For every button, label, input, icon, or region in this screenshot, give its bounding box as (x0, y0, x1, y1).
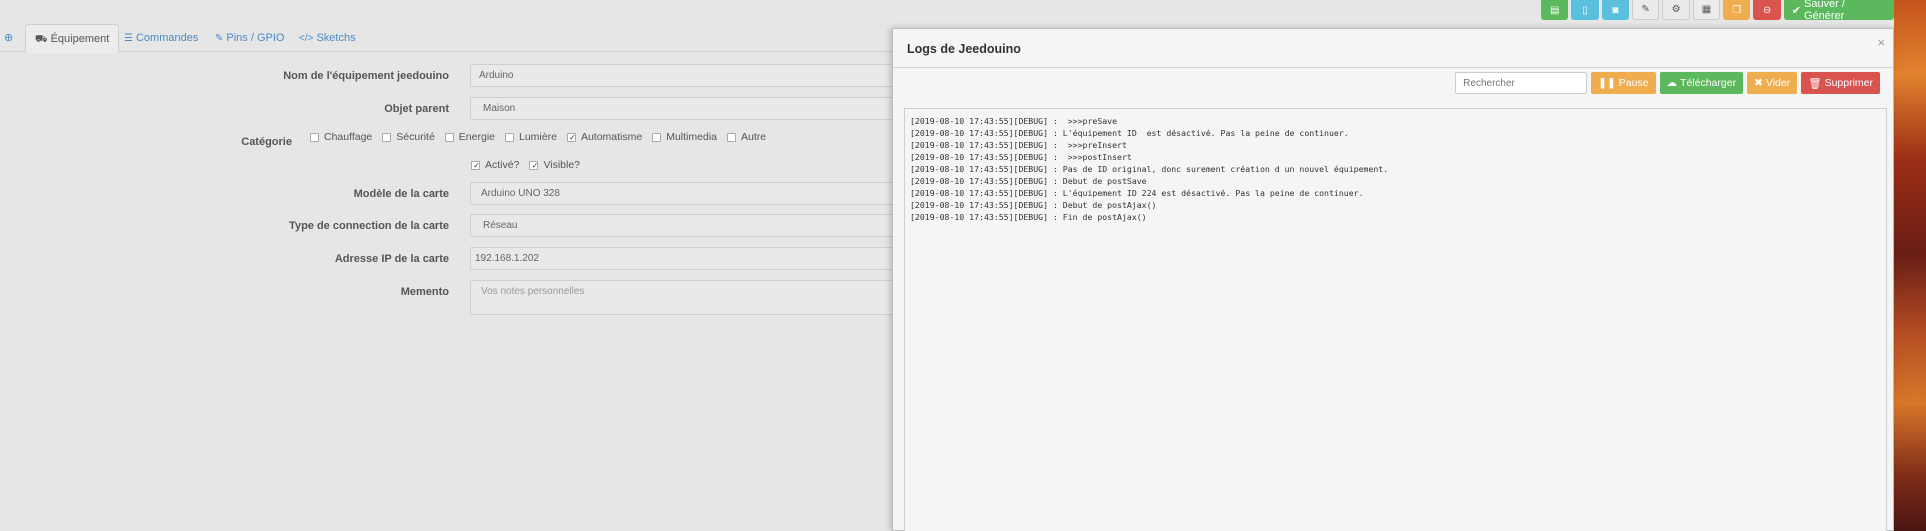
trash-icon: 🗑 (1808, 77, 1822, 90)
category-energie[interactable]: Energie (444, 131, 495, 143)
pause-button[interactable]: ❚❚ Pause (1591, 72, 1656, 94)
wrench-button[interactable]: ✎ (1631, 0, 1660, 20)
wrench-icon: ✎ (1641, 4, 1650, 15)
clear-button[interactable]: ✖ Vider (1747, 72, 1798, 94)
category-autre[interactable]: Autre (727, 131, 766, 143)
save-generate-button[interactable]: ✔ Sauver / Générer (1783, 0, 1895, 22)
checkbox-checked[interactable] (566, 132, 577, 142)
tab-sketchs-label: Sketchs (316, 32, 356, 44)
log-line: [2019-08-10 17:43:55][DEBUG] : Pas de ID… (910, 164, 1389, 174)
grid-button[interactable]: ▦ (1692, 0, 1721, 20)
camera-button[interactable]: ◙ (1601, 0, 1629, 20)
model-select[interactable]: Arduino UNO 328 (470, 182, 900, 205)
log-line: [2019-08-10 17:43:55][DEBUG] : >>>preIns… (910, 140, 1127, 150)
visible-checkbox-item[interactable]: Visible? (529, 159, 580, 171)
category-checkboxes: Chauffage Sécurité Energie Lumière Autom… (310, 131, 776, 143)
tab-bar: ⊕ ⛟ Équipement ☰ Commandes ✎ Pins / GPIO </… (0, 24, 900, 53)
checkbox[interactable] (727, 132, 736, 142)
log-line: [2019-08-10 17:43:55][DEBUG] : L'équipem… (910, 188, 1364, 198)
category-securite[interactable]: Sécurité (382, 131, 435, 143)
save-generate-label: Sauver / Générer (1803, 0, 1845, 22)
checkbox[interactable] (310, 132, 319, 142)
memento-label: Memento (400, 286, 449, 298)
camera-icon: ◙ (1612, 4, 1619, 16)
log-line: [2019-08-10 17:43:55][DEBUG] : >>>preSav… (910, 116, 1118, 126)
tab-commandes-label: Commandes (135, 32, 199, 44)
category-multimedia[interactable]: Multimedia (652, 131, 717, 143)
check-circle-icon: ✔ (1791, 4, 1801, 17)
grid-icon: ▦ (1701, 4, 1712, 15)
parent-label: Objet parent (384, 103, 449, 115)
tab-commandes[interactable]: ☰ Commandes (124, 24, 198, 52)
close-icon[interactable]: × (1877, 35, 1885, 50)
active-checkbox-item[interactable]: Activé? (471, 159, 519, 171)
parent-select[interactable]: Maison (470, 97, 900, 120)
top-action-bar: ▤ ▯ ◙ ✎ ⚙ ▦ ❐ ⊖ ✔ Sauver / Générer (1541, 0, 1895, 22)
logs-modal: Logs de Jeedouino × ❚❚Pause ☁Télécharger… (892, 28, 1894, 531)
cogs-button[interactable]: ⚙ (1662, 0, 1690, 20)
minus-circle-icon: ⊖ (1762, 4, 1772, 16)
connection-label: Type de connection de la carte (289, 220, 449, 232)
name-label: Nom de l'équipement jeedouino (283, 70, 449, 82)
pause-icon: ❚❚ (1598, 77, 1616, 89)
checkbox[interactable] (652, 132, 662, 142)
checkbox[interactable] (382, 132, 392, 142)
copy-button[interactable]: ❐ (1723, 0, 1751, 20)
tab-pins-gpio-label: Pins / GPIO (226, 32, 285, 44)
log-line: [2019-08-10 17:43:55][DEBUG] : Debut de … (910, 176, 1147, 186)
modal-header: Logs de Jeedouino × (893, 29, 1893, 68)
active-checkbox[interactable] (471, 160, 481, 170)
delete-label: Supprimer (1824, 77, 1873, 89)
connection-select[interactable]: Réseau (470, 214, 900, 237)
log-toolbar: ❚❚Pause ☁Télécharger ✖Vider 🗑Supprimer (1455, 72, 1880, 94)
visible-label: Visible? (543, 159, 581, 171)
ip-input[interactable]: 192.168.1.202 (470, 247, 900, 270)
tab-sketchs[interactable]: </> Sketchs (299, 24, 356, 52)
code-icon: </> (299, 33, 314, 44)
times-icon: ✖ (1754, 77, 1763, 89)
clear-label: Vider (1765, 77, 1791, 89)
tab-equipement-label: Équipement (50, 33, 110, 45)
desktop-wallpaper (1894, 0, 1926, 531)
category-label: Catégorie (241, 136, 292, 148)
file-icon: ▯ (1582, 4, 1588, 16)
category-chauffage[interactable]: Chauffage (310, 131, 372, 143)
tab-equipement[interactable]: ⛟ Équipement (25, 24, 120, 53)
book-button[interactable]: ▤ (1541, 0, 1569, 20)
modal-title: Logs de Jeedouino (907, 42, 1021, 56)
category-lumiere[interactable]: Lumière (505, 131, 557, 143)
memento-textarea[interactable]: Vos notes personnelles (470, 280, 900, 315)
log-output[interactable]: [2019-08-10 17:43:55][DEBUG] : >>>preSav… (904, 108, 1887, 531)
tab-pins-gpio[interactable]: ✎ Pins / GPIO (215, 24, 284, 52)
file-button[interactable]: ▯ (1571, 0, 1599, 20)
ip-label: Adresse IP de la carte (334, 253, 449, 265)
download-button[interactable]: ☁ Télécharger (1659, 72, 1744, 94)
wrench-icon: ✎ (215, 33, 224, 44)
name-input[interactable]: Arduino (470, 64, 900, 87)
log-line: [2019-08-10 17:43:55][DEBUG] : L'équipem… (910, 128, 1349, 138)
active-label: Activé? (485, 159, 520, 171)
list-icon: ☰ (124, 33, 133, 44)
log-line: [2019-08-10 17:43:55][DEBUG] : Debut de … (910, 200, 1157, 210)
log-search-input[interactable] (1455, 72, 1588, 94)
delete-button[interactable]: 🗑 Supprimer (1801, 72, 1880, 94)
category-automatisme[interactable]: Automatisme (566, 131, 642, 143)
car-icon: ⛟ (35, 34, 48, 45)
remove-button[interactable]: ⊖ (1753, 0, 1781, 20)
model-label: Modèle de la carte (353, 188, 449, 200)
pause-label: Pause (1618, 77, 1649, 89)
checkbox[interactable] (505, 132, 514, 142)
download-label: Télécharger (1680, 77, 1737, 89)
log-line: [2019-08-10 17:43:55][DEBUG] : Fin de po… (910, 212, 1147, 222)
cloud-download-icon: ☁ (1666, 77, 1678, 89)
log-line: [2019-08-10 17:43:55][DEBUG] : >>>postIn… (910, 152, 1132, 162)
plus-circle-icon[interactable]: ⊕ (4, 24, 13, 52)
active-visible-checkboxes: Activé? Visible? (471, 159, 590, 171)
checkbox[interactable] (444, 132, 454, 142)
visible-checkbox[interactable] (529, 160, 539, 170)
cogs-icon: ⚙ (1671, 4, 1681, 15)
copy-icon: ❐ (1732, 4, 1742, 16)
book-icon: ▤ (1549, 4, 1560, 16)
